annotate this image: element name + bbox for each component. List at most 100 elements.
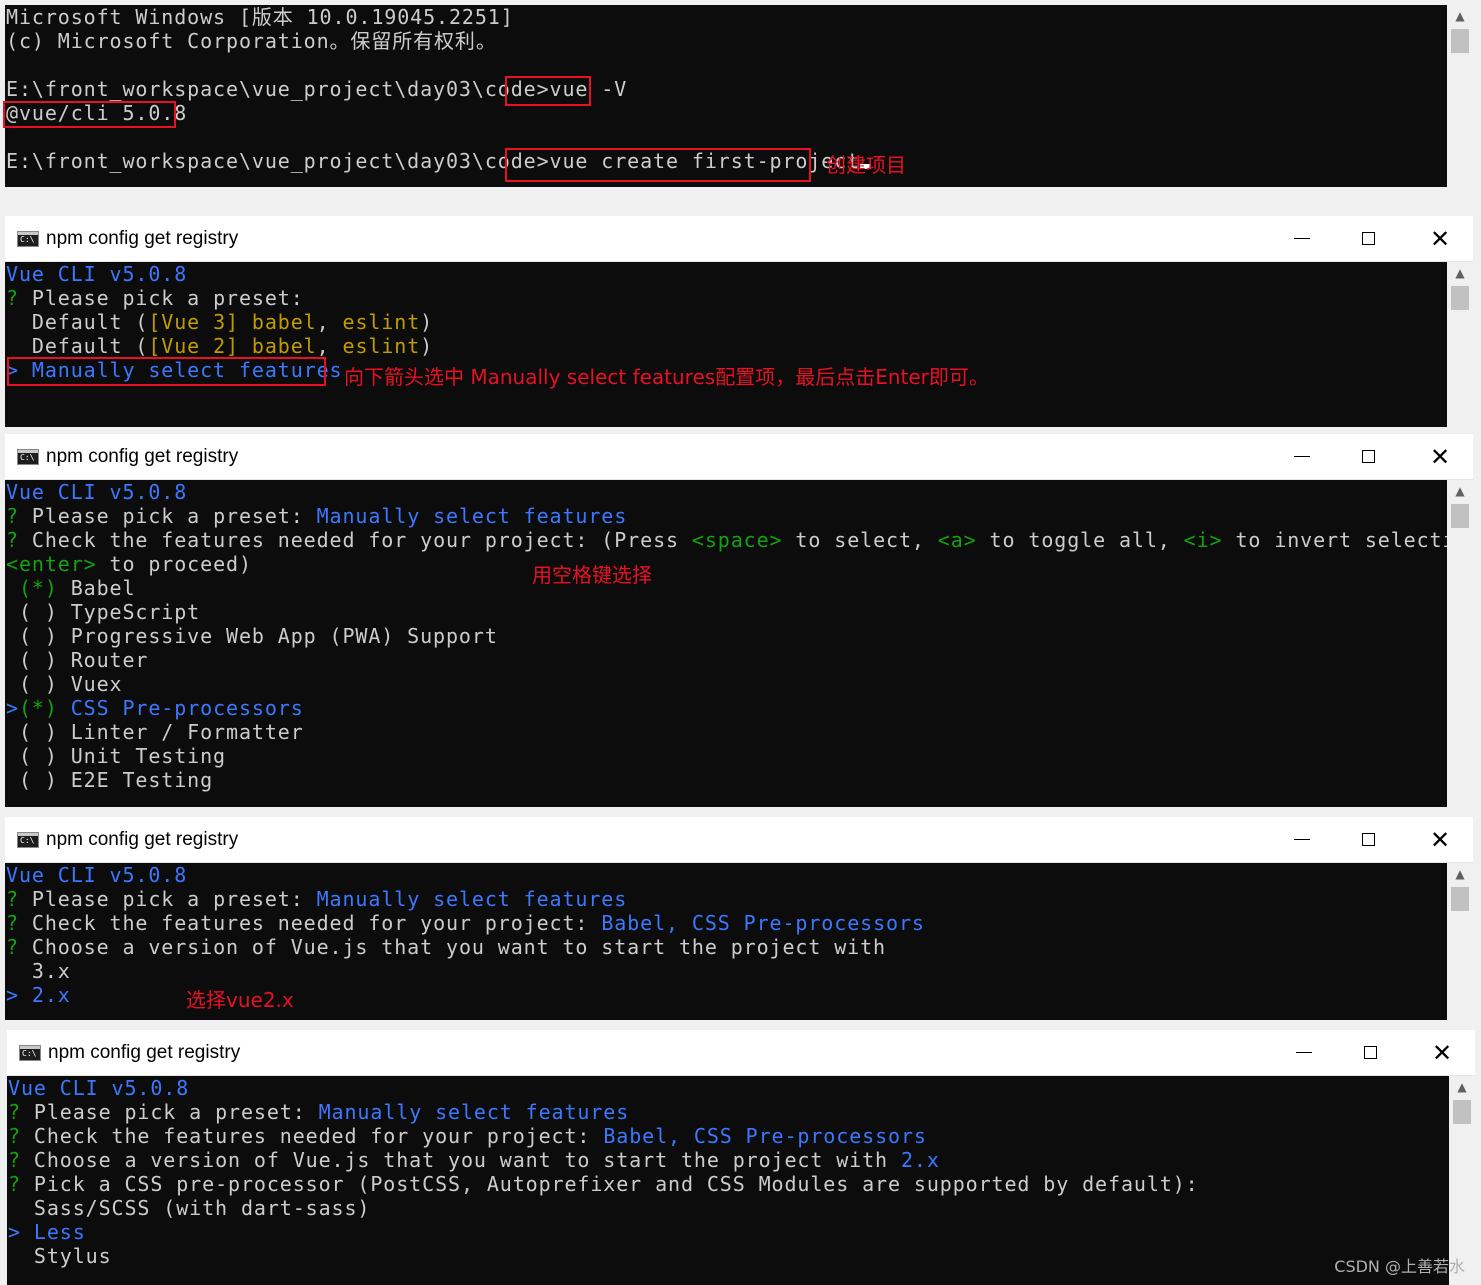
- key-hint: <a>: [937, 528, 977, 552]
- option-tag: [Vue 2]: [148, 334, 239, 358]
- console-line: ? Please pick a preset: Manually select …: [6, 887, 1447, 911]
- menu-option[interactable]: Default ([Vue 2] babel, eslint): [6, 334, 1447, 358]
- question-mark: ?: [6, 935, 19, 959]
- maximize-button[interactable]: [1345, 434, 1391, 479]
- menu-option-selected[interactable]: > Less: [8, 1220, 1449, 1244]
- question-mark: ?: [6, 504, 19, 528]
- feature-checkbox[interactable]: ( ) Unit Testing: [6, 744, 1447, 768]
- scroll-up-icon[interactable]: ▲: [1449, 1076, 1475, 1098]
- console-line: (c) Microsoft Corporation。保留所有权利。: [6, 29, 497, 53]
- minimize-icon: [1294, 456, 1310, 457]
- scroll-up-icon[interactable]: ▲: [1447, 5, 1473, 27]
- checkbox-mark: (*): [6, 576, 58, 600]
- feature-checkbox[interactable]: ( ) Vuex: [6, 672, 1447, 696]
- maximize-icon: [1361, 232, 1375, 245]
- minimize-icon: [1294, 839, 1310, 840]
- question-text: to select,: [782, 528, 938, 552]
- feature-checkbox[interactable]: ( ) Router: [6, 648, 1447, 672]
- title-bar[interactable]: npm config get registry ✕: [7, 1030, 1475, 1076]
- menu-option[interactable]: Default ([Vue 3] babel, eslint): [6, 310, 1447, 334]
- option-text: ): [420, 310, 434, 334]
- close-icon: ✕: [1429, 442, 1451, 471]
- scroll-thumb[interactable]: [1451, 504, 1469, 528]
- console-output: Vue CLI v5.0.8 ? Please pick a preset: M…: [7, 1076, 1449, 1285]
- cmd-app-icon: [17, 230, 39, 247]
- scrollbar[interactable]: ▲: [1447, 480, 1473, 807]
- menu-option[interactable]: 3.x: [6, 959, 1447, 983]
- scrollbar[interactable]: ▲: [1447, 5, 1473, 187]
- scrollbar[interactable]: ▲: [1447, 262, 1473, 427]
- highlight-box: [505, 148, 811, 182]
- feature-checkbox[interactable]: (*) Babel: [6, 576, 1447, 600]
- maximize-icon: [1363, 1046, 1377, 1059]
- feature-checkbox[interactable]: ( ) Progressive Web App (PWA) Support: [6, 624, 1447, 648]
- menu-option[interactable]: Stylus: [8, 1244, 1449, 1268]
- title-bar[interactable]: npm config get registry ✕: [5, 434, 1473, 480]
- close-button[interactable]: ✕: [1417, 434, 1463, 479]
- close-icon: ✕: [1431, 1038, 1453, 1067]
- maximize-button[interactable]: [1345, 216, 1391, 261]
- question-mark: ?: [6, 286, 19, 310]
- question-text: Choose a version of Vue.js that you want…: [18, 935, 887, 959]
- console-line: ? Choose a version of Vue.js that you wa…: [8, 1148, 1449, 1172]
- scroll-thumb[interactable]: [1453, 1100, 1471, 1124]
- question-text: to invert selection, and: [1235, 528, 1473, 552]
- minimize-button[interactable]: [1281, 1030, 1327, 1075]
- close-button[interactable]: ✕: [1417, 216, 1463, 261]
- option-tag: eslint: [342, 310, 421, 334]
- console-line: ? Check the features needed for your pro…: [6, 911, 1447, 935]
- minimize-icon: [1294, 238, 1310, 239]
- maximize-icon: [1361, 833, 1375, 846]
- highlight-box: [3, 101, 176, 128]
- minimize-button[interactable]: [1279, 216, 1325, 261]
- scroll-thumb[interactable]: [1451, 29, 1469, 53]
- scroll-thumb[interactable]: [1451, 887, 1469, 911]
- prompt: E:\front_workspace\vue_project\day03\cod…: [6, 77, 550, 101]
- title-bar[interactable]: npm config get registry ✕: [5, 817, 1473, 863]
- question-mark: ?: [8, 1148, 21, 1172]
- feature-checkbox[interactable]: ( ) E2E Testing: [6, 768, 1447, 792]
- console-line: ? Check the features needed for your pro…: [6, 528, 1473, 552]
- feature-checkbox[interactable]: ( ) TypeScript: [6, 600, 1447, 624]
- option-text: ,: [316, 334, 343, 358]
- pointer: >: [6, 696, 19, 720]
- title-bar[interactable]: npm config get registry ✕: [5, 216, 1473, 262]
- feature-label: Babel: [57, 576, 136, 600]
- option-tag: babel: [238, 310, 317, 334]
- key-hint: <i>: [1183, 528, 1223, 552]
- console-line: @vue/cli 5.0.8: [6, 101, 188, 125]
- question-text: Choose a version of Vue.js that you want…: [20, 1148, 901, 1172]
- console-line: ? Please pick a preset: Manually select …: [8, 1100, 1449, 1124]
- console-line: Vue CLI v5.0.8: [6, 262, 188, 286]
- console-output: Vue CLI v5.0.8 ? Please pick a preset: D…: [5, 262, 1447, 427]
- maximize-button[interactable]: [1345, 817, 1391, 862]
- menu-option[interactable]: Sass/SCSS (with dart-sass): [8, 1196, 1449, 1220]
- minimize-button[interactable]: [1279, 434, 1325, 479]
- close-button[interactable]: ✕: [1419, 1030, 1465, 1075]
- console-line: Vue CLI v5.0.8: [8, 1076, 190, 1100]
- option-text: ): [420, 334, 434, 358]
- question-text: Please pick a preset:: [18, 286, 304, 310]
- maximize-button[interactable]: [1347, 1030, 1393, 1075]
- window-title: npm config get registry: [48, 1041, 241, 1063]
- scroll-up-icon[interactable]: ▲: [1447, 480, 1473, 502]
- console-line: ? Please pick a preset: Manually select …: [6, 504, 1447, 528]
- console-line: Vue CLI v5.0.8: [6, 863, 188, 887]
- feature-checkbox[interactable]: ( ) Linter / Formatter: [6, 720, 1447, 744]
- scroll-up-icon[interactable]: ▲: [1447, 262, 1473, 284]
- annotation-select-manual: 向下箭头选中 Manually select features配置项，最后点击E…: [344, 365, 989, 389]
- scroll-thumb[interactable]: [1451, 286, 1469, 310]
- close-button[interactable]: ✕: [1417, 817, 1463, 862]
- question-mark: ?: [6, 528, 19, 552]
- window-title: npm config get registry: [46, 227, 239, 249]
- option-text: ,: [316, 310, 343, 334]
- answer-text: Babel, CSS Pre-processors: [601, 911, 925, 935]
- scroll-up-icon[interactable]: ▲: [1447, 863, 1473, 885]
- option-tag: babel: [238, 334, 317, 358]
- feature-checkbox-focused[interactable]: >(*) CSS Pre-processors: [6, 696, 1447, 720]
- highlight-box: [7, 357, 326, 386]
- minimize-button[interactable]: [1279, 817, 1325, 862]
- console-line: ? Pick a CSS pre-processor (PostCSS, Aut…: [8, 1172, 1449, 1196]
- scrollbar[interactable]: ▲: [1447, 863, 1473, 1020]
